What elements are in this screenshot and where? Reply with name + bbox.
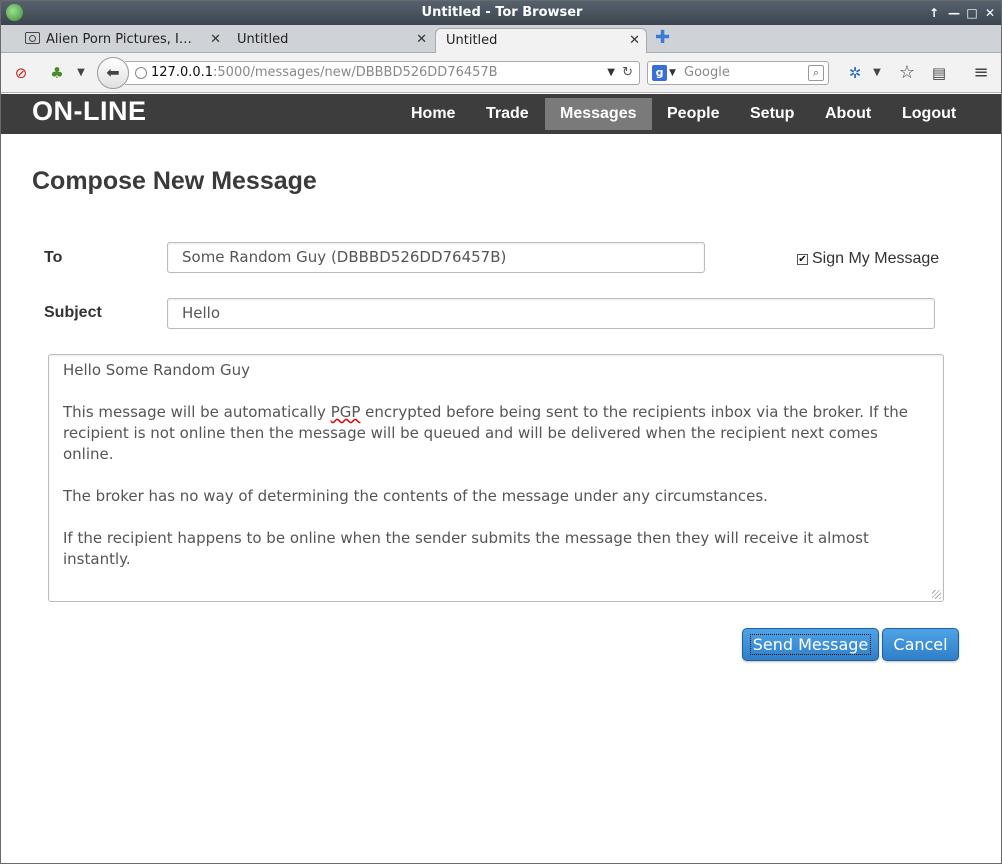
nav-about[interactable]: About xyxy=(810,98,886,130)
search-bar[interactable]: g ▼ Google ⌕ xyxy=(647,61,829,85)
tab-label: Alien Porn Pictures, I… xyxy=(46,32,192,47)
tab-close-icon[interactable]: ✕ xyxy=(210,28,221,52)
nav-home[interactable]: Home xyxy=(396,98,470,130)
addon-dropdown-icon[interactable]: ▼ xyxy=(867,63,887,83)
navigation-toolbar: ⊘ ♣ ▼ 127.0.0.1:5000/messages/new/DBBBD5… xyxy=(1,53,1001,93)
spellcheck-word: PGP xyxy=(330,403,361,421)
send-message-button[interactable]: Send Message xyxy=(742,628,879,661)
message-paragraph-3: If the recipient happens to be online wh… xyxy=(63,529,869,568)
bookmarks-menu-icon[interactable]: ▤ xyxy=(929,63,949,83)
subject-field[interactable]: Hello xyxy=(167,298,935,329)
tab-untitled-1[interactable]: Untitled ✕ xyxy=(227,28,433,53)
tab-close-icon[interactable]: ✕ xyxy=(416,28,427,52)
nav-messages[interactable]: Messages xyxy=(545,98,652,130)
browser-window: Untitled - Tor Browser ↑ — □ ✕ Alien Por… xyxy=(0,0,1002,864)
url-history-dropdown-icon[interactable]: ▼ xyxy=(607,62,615,84)
to-field[interactable]: Some Random Guy (DBBBD526DD76457B) xyxy=(167,242,705,273)
tor-menu-dropdown-icon[interactable]: ▼ xyxy=(71,63,91,83)
nav-trade[interactable]: Trade xyxy=(471,98,544,130)
bookmark-star-icon[interactable]: ☆ xyxy=(897,63,917,83)
to-label: To xyxy=(44,249,63,266)
nav-logout[interactable]: Logout xyxy=(887,98,971,130)
https-everywhere-icon[interactable]: ✲ xyxy=(845,63,865,83)
page-title: Compose New Message xyxy=(32,167,317,195)
tab-close-icon[interactable]: ✕ xyxy=(629,29,640,53)
sign-message-option[interactable]: ✔ Sign My Message xyxy=(797,250,939,268)
cancel-button[interactable]: Cancel xyxy=(882,628,959,661)
tab-alien-pictures[interactable]: Alien Porn Pictures, I… ✕ xyxy=(15,28,227,53)
send-message-label: Send Message xyxy=(749,634,872,655)
nav-people[interactable]: People xyxy=(652,98,734,130)
window-titlebar: Untitled - Tor Browser ↑ — □ ✕ xyxy=(1,1,1001,25)
back-button[interactable]: ⬅ xyxy=(97,57,129,89)
search-engine-dropdown-icon[interactable]: ▼ xyxy=(669,62,676,84)
url-bar[interactable]: 127.0.0.1:5000/messages/new/DBBBD526DD76… xyxy=(125,61,640,85)
site-header: ON-LINE Home Trade Messages People Setup… xyxy=(1,94,1001,134)
textarea-resize-handle[interactable] xyxy=(932,590,941,599)
search-placeholder: Google xyxy=(684,65,730,80)
google-engine-icon[interactable]: g xyxy=(652,65,667,81)
url-host: 127.0.0.1 xyxy=(151,65,214,80)
message-body-textarea[interactable]: Hello Some Random Guy This message will … xyxy=(48,354,944,602)
message-paragraph-1: This message will be automatically PGP e… xyxy=(63,403,908,463)
url-path: :5000/messages/new/DBBBD526DD76457B xyxy=(213,65,498,80)
hamburger-menu-icon[interactable]: ≡ xyxy=(971,63,991,83)
back-arrow-icon: ⬅ xyxy=(106,63,120,82)
new-tab-icon[interactable]: ✚ xyxy=(655,29,670,47)
camera-icon xyxy=(25,32,40,44)
window-maximize-button[interactable]: □ xyxy=(963,1,981,25)
tab-label: Untitled xyxy=(237,32,289,47)
site-brand[interactable]: ON-LINE xyxy=(32,96,147,127)
site-identity-icon[interactable] xyxy=(135,67,147,79)
noscript-icon[interactable]: ⊘ xyxy=(11,63,31,83)
search-go-icon[interactable]: ⌕ xyxy=(808,65,824,81)
window-keep-above-button[interactable]: ↑ xyxy=(925,1,943,25)
tor-browser-icon xyxy=(6,4,23,21)
subject-label: Subject xyxy=(44,304,102,321)
message-paragraph-2: The broker has no way of determining the… xyxy=(63,487,768,505)
tab-label: Untitled xyxy=(446,33,498,48)
window-minimize-button[interactable]: — xyxy=(945,1,963,25)
window-close-button[interactable]: ✕ xyxy=(981,1,999,25)
sign-message-checkbox[interactable]: ✔ xyxy=(797,254,808,265)
reload-icon[interactable]: ↻ xyxy=(622,62,633,84)
tor-onion-icon[interactable]: ♣ xyxy=(47,63,67,83)
tab-untitled-active[interactable]: Untitled ✕ xyxy=(435,28,647,53)
nav-setup[interactable]: Setup xyxy=(735,98,809,130)
message-greeting: Hello Some Random Guy xyxy=(63,361,250,379)
sign-message-label: Sign My Message xyxy=(812,250,940,267)
window-title: Untitled - Tor Browser xyxy=(421,5,583,20)
tab-strip: Alien Porn Pictures, I… ✕ Untitled ✕ Unt… xyxy=(1,25,1001,53)
